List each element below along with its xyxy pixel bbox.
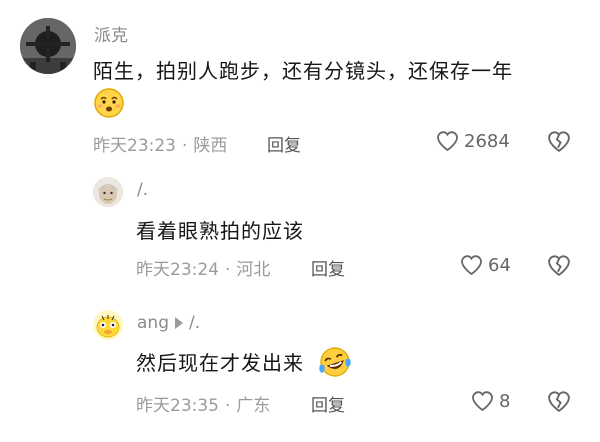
separator-dot: ·: [182, 136, 188, 156]
avatar[interactable]: [93, 310, 123, 340]
worried-face-emoji: [94, 88, 124, 118]
heart-outline-icon: [472, 391, 493, 412]
comment-text: 看着眼熟拍的应该: [136, 219, 304, 243]
avatar[interactable]: [20, 18, 76, 74]
heart-outline-icon: [461, 255, 482, 276]
comment-meta: 昨天23:23 · 陕西: [93, 131, 227, 156]
comment-meta: 昨天23:35 · 广东: [136, 391, 270, 416]
avatar[interactable]: [93, 177, 123, 207]
broken-heart-icon[interactable]: [546, 253, 572, 278]
username[interactable]: 派克: [94, 21, 128, 46]
heart-outline-icon: [437, 131, 458, 152]
like-button[interactable]: 8: [470, 389, 510, 413]
username-line: ang /.: [137, 313, 200, 333]
avatar-image: [20, 18, 76, 74]
timestamp: 昨天23:24: [136, 260, 219, 280]
like-button[interactable]: 2684: [435, 129, 510, 153]
avatar-image: [93, 177, 123, 207]
location: 河北: [236, 260, 271, 280]
like-count: 64: [488, 254, 511, 276]
avatar-image: [93, 310, 123, 340]
play-arrow-icon: [174, 317, 183, 329]
reply-button[interactable]: 回复: [311, 255, 345, 280]
comment-text: 陌生，拍别人跑步，还有分镜头，还保存一年: [93, 59, 513, 83]
comment-meta: 昨天23:24 · 河北: [136, 255, 270, 280]
reply-button[interactable]: 回复: [311, 391, 345, 416]
like-count: 8: [499, 390, 511, 412]
timestamp: 昨天23:35: [136, 396, 219, 416]
laughing-tears-emoji: [319, 347, 351, 377]
broken-heart-icon[interactable]: [546, 389, 572, 414]
timestamp: 昨天23:23: [93, 136, 176, 156]
comment-text: 然后现在才发出来: [136, 351, 304, 375]
username[interactable]: /.: [137, 180, 148, 200]
reply-to-username[interactable]: /.: [189, 313, 200, 333]
separator-dot: ·: [225, 260, 231, 280]
reply-button[interactable]: 回复: [267, 131, 301, 156]
location: 广东: [236, 396, 271, 416]
broken-heart-icon[interactable]: [546, 129, 572, 154]
like-button[interactable]: 64: [459, 253, 511, 277]
username[interactable]: ang: [137, 313, 169, 333]
separator-dot: ·: [225, 396, 231, 416]
location: 陕西: [193, 136, 228, 156]
like-count: 2684: [464, 130, 510, 152]
